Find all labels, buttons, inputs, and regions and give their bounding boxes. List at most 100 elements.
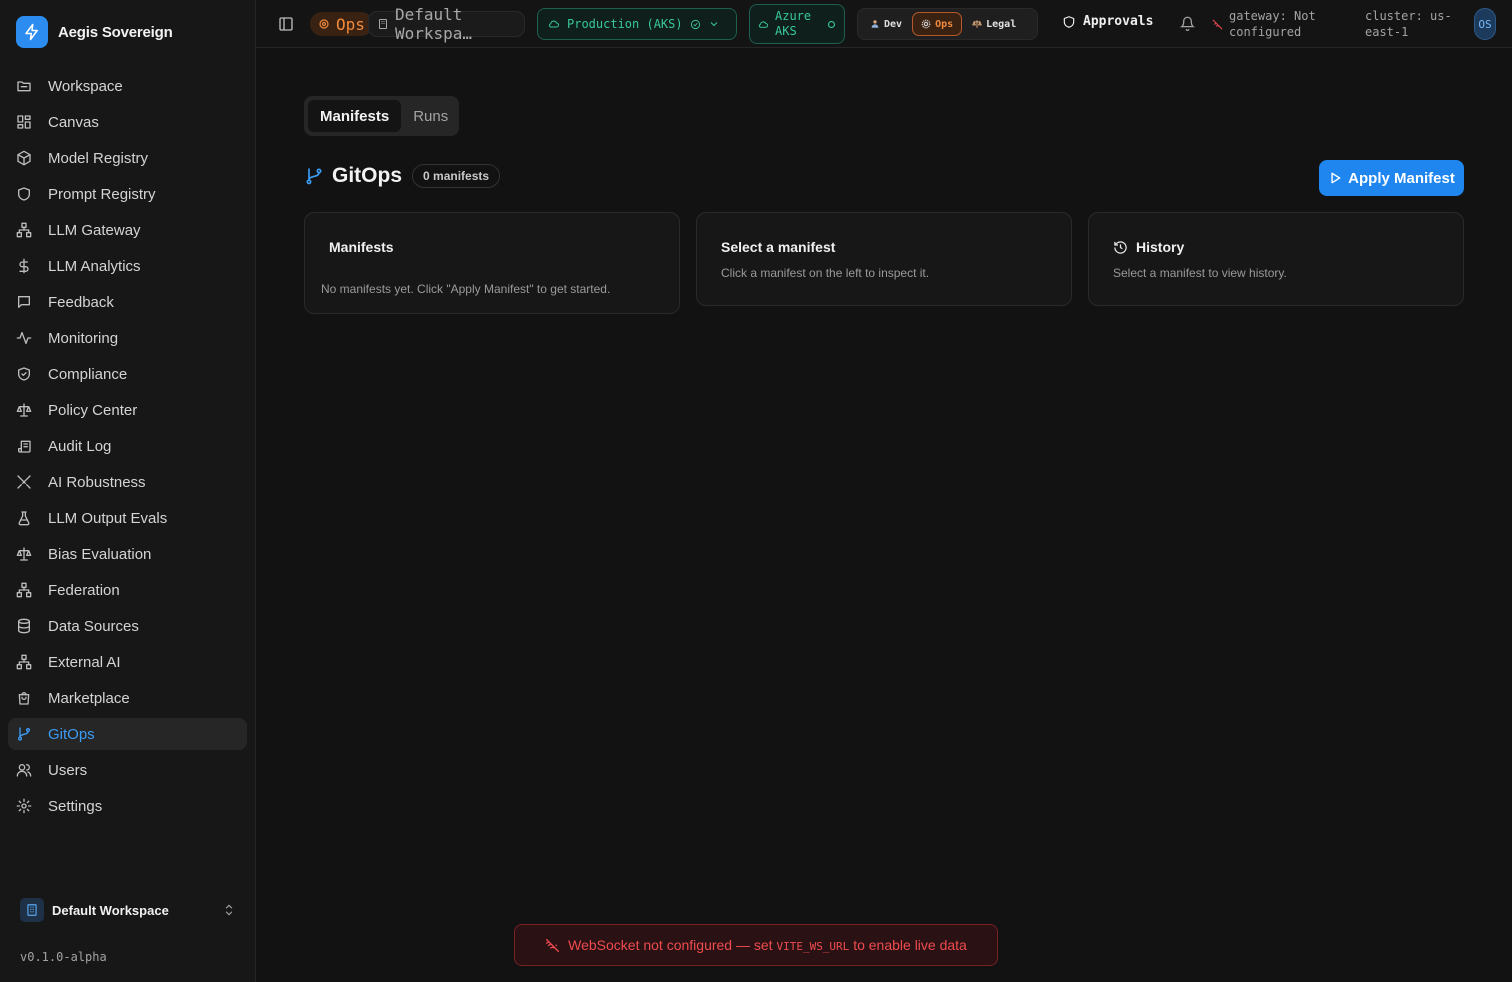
gear-icon [16, 798, 32, 814]
toast-prefix: WebSocket not configured — set [568, 937, 777, 953]
scale-icon [972, 19, 983, 29]
brand[interactable]: Aegis Sovereign [16, 16, 173, 48]
users-icon [16, 762, 32, 778]
scale-icon [16, 402, 32, 418]
sidebar-item-prompt-registry[interactable]: Prompt Registry [8, 178, 247, 210]
sidebar-item-users[interactable]: Users [8, 754, 247, 786]
persona-legal-label: Legal [986, 18, 1017, 30]
building-icon [20, 898, 44, 922]
network-icon [16, 222, 32, 238]
history-title-label: History [1136, 239, 1185, 255]
avatar[interactable]: OS [1474, 8, 1496, 40]
persona-dev-button[interactable]: Dev [862, 12, 910, 36]
sidebar-item-workspace[interactable]: Workspace [8, 70, 247, 102]
sidebar-item-label: Compliance [48, 365, 128, 383]
chevrons-up-down-icon [222, 903, 236, 917]
toast-message: WebSocket not configured — set VITE_WS_U… [568, 937, 967, 953]
ops-mode-label: Ops [336, 14, 365, 34]
environment-selector[interactable]: Production (AKS) [537, 8, 737, 40]
approvals-label: Approvals [1083, 14, 1154, 29]
apply-manifest-label: Apply Manifest [1348, 169, 1455, 187]
sidebar-item-label: External AI [48, 653, 121, 671]
bell-icon[interactable] [1180, 16, 1195, 31]
network-icon [16, 582, 32, 598]
page-heading: GitOps 0 manifests [304, 164, 501, 188]
workspace-selector[interactable]: Default Workspa… [368, 5, 525, 43]
cluster-label: cluster: us-east-1 [1365, 9, 1452, 39]
sidebar-item-external-ai[interactable]: External AI [8, 646, 247, 678]
sidebar-item-label: LLM Analytics [48, 257, 141, 275]
sidebar-item-label: Marketplace [48, 689, 130, 707]
brand-name: Aegis Sovereign [58, 23, 173, 41]
sidebar-item-audit-log[interactable]: Audit Log [8, 430, 247, 462]
websocket-warning-toast: WebSocket not configured — set VITE_WS_U… [514, 924, 998, 966]
tab-runs[interactable]: Runs [401, 100, 460, 132]
sidebar-item-compliance[interactable]: Compliance [8, 358, 247, 390]
wifi-off-icon [545, 938, 560, 953]
lightning-icon [16, 16, 48, 48]
sidebar-item-gitops[interactable]: GitOps [8, 718, 247, 750]
sidebar-item-llm-output-evals[interactable]: LLM Output Evals [8, 502, 247, 534]
workspace-switcher[interactable]: Default Workspace [12, 894, 244, 926]
sidebar-item-data-sources[interactable]: Data Sources [8, 610, 247, 642]
sidebar-item-policy-center[interactable]: Policy Center [8, 394, 247, 426]
flask-icon [16, 510, 32, 526]
wifi-off-icon [1212, 19, 1223, 30]
persona-dev-label: Dev [884, 18, 903, 30]
manifest-detail-card: Select a manifest Click a manifest on th… [696, 212, 1072, 306]
cloud-icon [548, 18, 560, 30]
apply-manifest-button[interactable]: Apply Manifest [1319, 160, 1464, 196]
tab-manifests[interactable]: Manifests [308, 100, 402, 132]
activity-icon [16, 330, 32, 346]
gateway-status: gateway: Not configured [1212, 8, 1329, 40]
cube-icon [16, 150, 32, 166]
manifest-detail-subtitle: Click a manifest on the left to inspect … [721, 266, 930, 280]
swords-icon [16, 474, 32, 490]
sidebar-toggle-icon[interactable] [278, 16, 294, 32]
sidebar-item-label: Prompt Registry [48, 185, 156, 203]
ops-mode-badge[interactable]: Ops [310, 12, 373, 36]
sidebar-item-monitoring[interactable]: Monitoring [8, 322, 247, 354]
history-icon [1113, 240, 1128, 255]
sidebar-item-label: Canvas [48, 113, 99, 131]
sidebar-item-llm-analytics[interactable]: LLM Analytics [8, 250, 247, 282]
sidebar-item-label: Bias Evaluation [48, 545, 152, 563]
sidebar-item-ai-robustness[interactable]: AI Robustness [8, 466, 247, 498]
scale-icon [16, 546, 32, 562]
person-icon [870, 19, 880, 29]
sidebar-item-marketplace[interactable]: Marketplace [8, 682, 247, 714]
manifests-card-title: Manifests [329, 239, 394, 255]
sidebar-item-settings[interactable]: Settings [8, 790, 247, 822]
sidebar-item-llm-gateway[interactable]: LLM Gateway [8, 214, 247, 246]
cloud-icon [758, 19, 769, 30]
sidebar-item-federation[interactable]: Federation [8, 574, 247, 606]
history-card-title: History [1113, 239, 1184, 255]
scroll-icon [16, 438, 32, 454]
view-tabs: Manifests Runs [304, 96, 459, 136]
persona-ops-button[interactable]: Ops [912, 12, 963, 36]
history-subtitle: Select a manifest to view history. [1113, 266, 1287, 280]
sidebar-nav: Workspace Canvas Model Registry Prompt Regi… [8, 70, 247, 826]
persona-ops-label: Ops [935, 18, 954, 30]
persona-legal-button[interactable]: Legal [964, 12, 1024, 36]
sidebar-item-bias-evaluation[interactable]: Bias Evaluation [8, 538, 247, 570]
shield-check-icon [16, 366, 32, 382]
folder-icon [16, 78, 32, 94]
sidebar-item-label: Users [48, 761, 88, 779]
workspace-name: Default Workspace [52, 902, 169, 918]
sidebar-item-model-registry[interactable]: Model Registry [8, 142, 247, 174]
sidebar-item-label: Model Registry [48, 149, 149, 167]
gear-icon [318, 18, 330, 30]
sidebar-item-feedback[interactable]: Feedback [8, 286, 247, 318]
shield-icon [16, 186, 32, 202]
shopping-bag-icon [16, 690, 32, 706]
building-icon [377, 18, 389, 30]
sidebar-item-label: Settings [48, 797, 103, 815]
network-icon [16, 654, 32, 670]
sidebar-item-label: Data Sources [48, 617, 139, 635]
sidebar-item-canvas[interactable]: Canvas [8, 106, 247, 138]
cloud-provider-badge[interactable]: Azure AKS [749, 4, 845, 44]
approvals-button[interactable]: Approvals [1062, 14, 1153, 29]
sidebar-item-label: LLM Gateway [48, 221, 141, 239]
gateway-status-label: gateway: Not configured [1229, 9, 1316, 39]
